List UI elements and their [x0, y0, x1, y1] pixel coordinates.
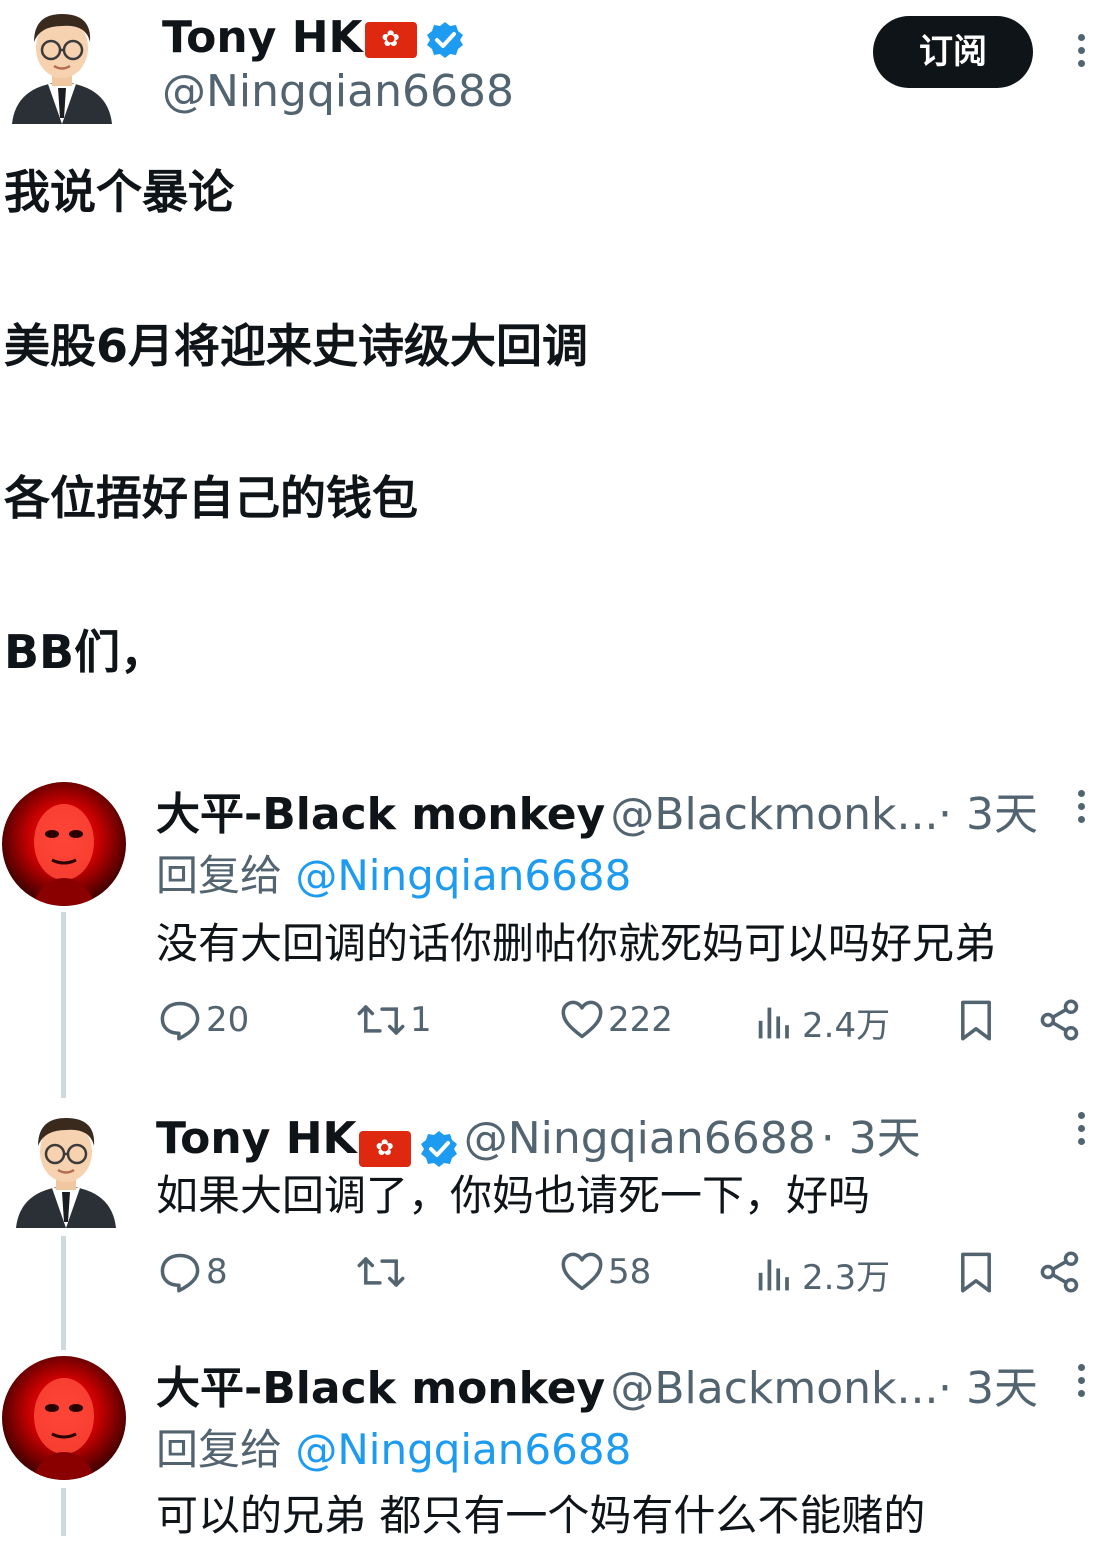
like-count: 222 [608, 1000, 673, 1040]
reply-text: 没有大回调的话你删帖你就死妈可以吗好兄弟 [156, 919, 997, 968]
reply-time[interactable]: · 3天 [938, 1352, 1038, 1416]
bookmark-icon [954, 998, 998, 1042]
bookmark-button[interactable] [954, 998, 1002, 1042]
reply-author-avatar[interactable] [2, 782, 126, 906]
share-icon [1038, 1250, 1082, 1294]
reply-header: 大平-Black monkey @Blackmonk... [156, 778, 939, 842]
bookmark-button[interactable] [954, 1250, 1002, 1294]
more-options-icon[interactable] [1078, 1364, 1086, 1403]
more-options-icon[interactable] [1078, 790, 1086, 829]
reply-time[interactable]: · 3天 [821, 1113, 921, 1164]
reply-to-line: 回复给 @Ningqian6688 [156, 1425, 632, 1474]
tweet-line-3: 各位捂好自己的钱包 [4, 471, 418, 525]
retweet-action[interactable]: 1 [356, 998, 432, 1042]
retweet-count: 1 [410, 1000, 432, 1040]
views-action[interactable]: 2.3万 [754, 1250, 890, 1299]
more-options-icon[interactable] [1078, 1112, 1086, 1151]
reply-count: 20 [206, 1000, 250, 1040]
reply-time[interactable]: · 3天 [938, 778, 1038, 842]
more-options-icon[interactable] [1078, 34, 1086, 73]
share-button[interactable] [1038, 1250, 1086, 1294]
retweet-action[interactable] [356, 1250, 410, 1294]
reply-author-avatar[interactable] [12, 1110, 120, 1228]
subscribe-button[interactable]: 订阅 [873, 16, 1033, 88]
reply-author-handle[interactable]: @Blackmonk... [610, 1363, 938, 1414]
thread-line [61, 1488, 66, 1536]
view-count: 2.4万 [802, 1006, 891, 1046]
share-icon [1038, 998, 1082, 1042]
reply-author-name[interactable]: 大平-Black monkey [156, 789, 605, 840]
reply-header: 大平-Black monkey @Blackmonk... [156, 1352, 939, 1416]
thread-line [61, 1236, 66, 1350]
author-avatar[interactable] [8, 6, 116, 124]
reply-author-name[interactable]: Tony HK [156, 1113, 357, 1164]
reply-to-handle-link[interactable]: @Ningqian6688 [295, 1425, 631, 1474]
tweet-line-4: BB们， [4, 625, 167, 679]
like-action[interactable]: 58 [560, 1250, 651, 1294]
reply-header: Tony HK ✿ @Ningqian6688 · 3天 [156, 1102, 921, 1169]
reply-to-handle-link[interactable]: @Ningqian6688 [295, 851, 631, 900]
author-name-row[interactable]: Tony HK ✿ [162, 12, 465, 63]
reply-text: 可以的兄弟 都只有一个妈有什么不能赌的 [156, 1491, 926, 1540]
views-action[interactable]: 2.4万 [754, 998, 890, 1047]
tweet-line-2: 美股6月将迎来史诗级大回调 [4, 319, 589, 373]
thread-line [61, 912, 66, 1098]
reply-action[interactable]: 8 [158, 1250, 228, 1294]
author-handle[interactable]: @Ningqian6688 [162, 66, 514, 117]
view-count: 2.3万 [802, 1258, 891, 1298]
reply-author-name[interactable]: 大平-Black monkey [156, 1363, 605, 1414]
verified-badge-icon [425, 20, 465, 60]
reply-author-handle[interactable]: @Ningqian6688 [464, 1113, 816, 1164]
share-button[interactable] [1038, 998, 1086, 1042]
reply-text: 如果大回调了，你妈也请死一下，好吗 [156, 1171, 871, 1220]
reply-to-line: 回复给 @Ningqian6688 [156, 851, 632, 900]
reply-author-handle[interactable]: @Blackmonk... [610, 789, 938, 840]
tweet-line-1: 我说个暴论 [4, 165, 234, 219]
like-action[interactable]: 222 [560, 998, 673, 1042]
reply-count: 8 [206, 1252, 228, 1292]
like-count: 58 [608, 1252, 652, 1292]
reply-action[interactable]: 20 [158, 998, 249, 1042]
reply-author-avatar[interactable] [2, 1356, 126, 1480]
author-name[interactable]: Tony HK [162, 12, 363, 63]
bookmark-icon [954, 1250, 998, 1294]
hong-kong-flag-icon: ✿ [364, 22, 417, 58]
